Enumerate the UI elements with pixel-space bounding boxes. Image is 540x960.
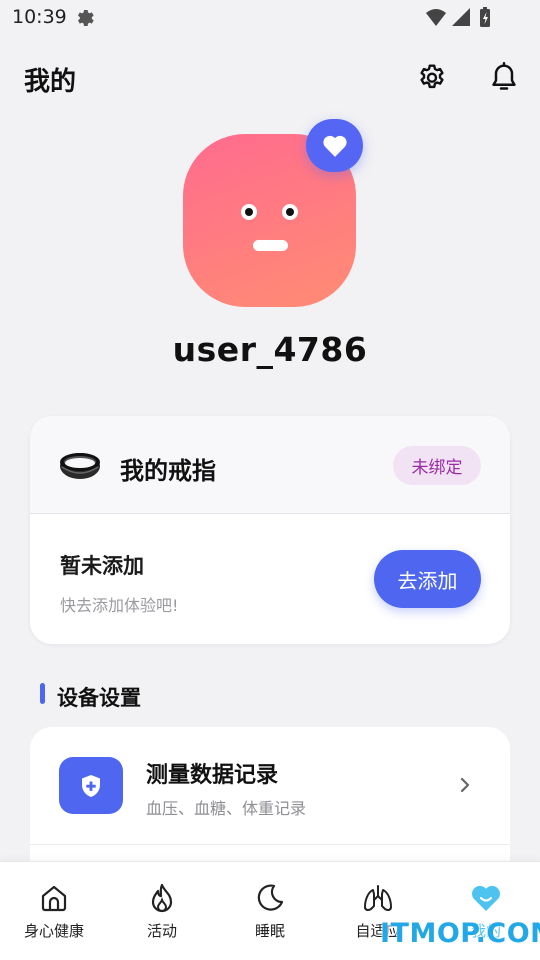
row-divider xyxy=(30,844,510,845)
add-ring-button[interactable]: 去添加 xyxy=(374,550,481,608)
nav-label: 睡眠 xyxy=(254,922,285,940)
row-icon-tile xyxy=(59,757,123,814)
status-bar: 10:39 xyxy=(0,0,540,36)
nav-item-wellness[interactable]: 身心健康 xyxy=(0,862,108,960)
gear-icon xyxy=(420,64,444,89)
avatar-eye xyxy=(282,204,298,220)
watermark: ITMOP.COM xyxy=(380,918,540,949)
page-title: 我的 xyxy=(24,67,77,97)
nav-label: 身心健康 xyxy=(23,922,84,940)
row-title: 测量数据记录 xyxy=(146,763,279,788)
avatar-eye xyxy=(241,204,257,220)
moon-icon xyxy=(257,884,284,911)
home-icon xyxy=(41,885,67,912)
shield-plus-icon xyxy=(82,774,100,797)
section-accent-bar xyxy=(40,683,45,704)
heart-smile-icon xyxy=(472,885,500,911)
ring-empty-subtitle: 快去添加体验吧! xyxy=(60,596,179,615)
notifications-button[interactable] xyxy=(484,58,524,98)
heart-badge xyxy=(306,119,363,172)
ring-card: 我的戒指 未绑定 暂未添加 快去添加体验吧! 去添加 xyxy=(30,416,510,644)
status-time: 10:39 xyxy=(12,6,67,28)
avatar-mouth xyxy=(253,240,288,251)
signal-icon xyxy=(452,8,470,26)
bind-status-badge: 未绑定 xyxy=(393,446,481,485)
nav-item-sleep[interactable]: 睡眠 xyxy=(216,862,324,960)
ring-card-title: 我的戒指 xyxy=(120,457,216,485)
measurement-records-row[interactable]: 测量数据记录 血压、血糖、体重记录 xyxy=(30,727,510,844)
settings-button[interactable] xyxy=(412,58,452,98)
lungs-icon xyxy=(364,885,392,912)
ring-icon xyxy=(60,453,100,479)
nav-item-activity[interactable]: 活动 xyxy=(108,862,216,960)
heart-icon xyxy=(322,135,347,157)
wifi-icon xyxy=(426,9,446,26)
status-icons xyxy=(426,7,490,27)
username: user_4786 xyxy=(172,330,368,369)
chevron-right-icon xyxy=(460,777,470,793)
flame-icon xyxy=(151,883,173,913)
bell-icon xyxy=(492,62,516,90)
status-gear-icon xyxy=(77,10,94,26)
ring-card-header: 我的戒指 未绑定 xyxy=(30,416,510,514)
ring-empty-title: 暂未添加 xyxy=(60,554,144,578)
nav-label: 活动 xyxy=(146,922,177,940)
row-subtitle: 血压、血糖、体重记录 xyxy=(146,799,307,818)
section-title: 设备设置 xyxy=(57,686,141,710)
